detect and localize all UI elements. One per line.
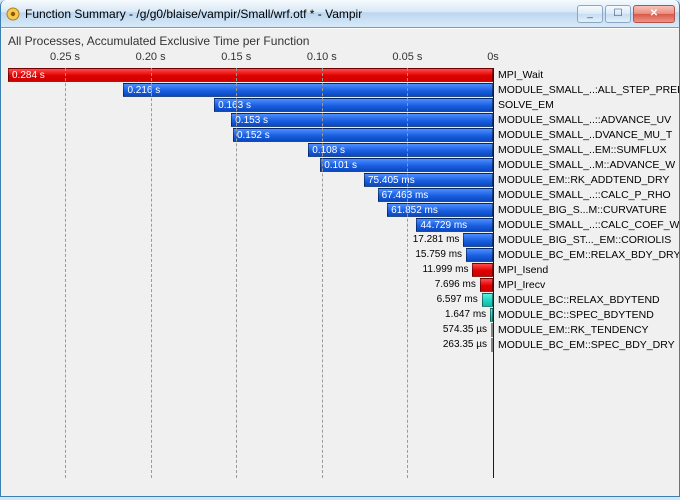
bar[interactable]: 44.729 ms (416, 218, 493, 232)
gridline (322, 68, 323, 478)
gridline (407, 68, 408, 478)
bar-value-label: 1.647 ms (2, 308, 486, 322)
function-name-label: MODULE_SMALL_..DVANCE_MU_T (498, 128, 672, 142)
function-name-label: MODULE_BC_EM::SPEC_BDY_DRY (498, 338, 675, 352)
bar-row: 263.35 µs MODULE_BC_EM::SPEC_BDY_DRY (2, 338, 678, 353)
bar-value-label: 0.284 s (12, 69, 45, 83)
bar-row: 17.281 ms MODULE_BIG_ST..._EM::CORIOLIS (2, 233, 678, 248)
bar[interactable] (472, 263, 493, 277)
bar-value-label: 574.35 µs (2, 323, 487, 337)
bar-value-label: 44.729 ms (420, 219, 467, 233)
window-buttons: _ ☐ ✕ (577, 5, 675, 23)
bar-row: 44.729 ms MODULE_SMALL_..::CALC_COEF_W (2, 218, 678, 233)
axis-tick-label: 0.05 s (392, 51, 422, 63)
bar-row: 67.463 ms MODULE_SMALL_..::CALC_P_RHO (2, 188, 678, 203)
function-name-label: MODULE_BIG_S...M::CURVATURE (498, 203, 667, 217)
axis-tick-label: 0.20 s (136, 51, 166, 63)
bar-value-label: 0.216 s (127, 84, 160, 98)
bar-value-label: 0.153 s (235, 114, 268, 128)
titlebar[interactable]: Function Summary - /g/g0/blaise/vampir/S… (1, 0, 679, 28)
bar[interactable] (480, 278, 493, 292)
gridline (236, 68, 237, 478)
bar[interactable]: 0.108 s (308, 143, 493, 157)
bar[interactable] (482, 293, 493, 307)
bar-row: 0.284 s MPI_Wait (2, 68, 678, 83)
bar-row: 75.405 ms MODULE_EM::RK_ADDTEND_DRY (2, 173, 678, 188)
bar-value-label: 0.101 s (324, 159, 357, 173)
bar-row: 7.696 ms MPI_Irecv (2, 278, 678, 293)
function-name-label: MODULE_EM::RK_ADDTEND_DRY (498, 173, 669, 187)
bar-value-label: 17.281 ms (2, 233, 459, 247)
function-name-label: MODULE_SMALL_..EM::SUMFLUX (498, 143, 667, 157)
bar[interactable]: 0.284 s (8, 68, 493, 82)
function-name-label: MPI_Isend (498, 263, 548, 277)
bar-row: 0.153 s MODULE_SMALL_..::ADVANCE_UV (2, 113, 678, 128)
bar-value-label: 263.35 µs (2, 338, 487, 352)
bar-row: 574.35 µs MODULE_EM::RK_TENDENCY (2, 323, 678, 338)
bar-value-label: 6.597 ms (2, 293, 478, 307)
function-name-label: MODULE_SMALL_..M::ADVANCE_W (498, 158, 675, 172)
bar[interactable] (463, 233, 493, 247)
bar-row: 0.152 s MODULE_SMALL_..DVANCE_MU_T (2, 128, 678, 143)
axis-tick-label: 0s (487, 51, 499, 63)
app-icon (5, 6, 21, 22)
bar[interactable]: 0.153 s (231, 113, 493, 127)
function-name-label: MODULE_BC::RELAX_BDYTEND (498, 293, 660, 307)
function-name-label: SOLVE_EM (498, 98, 554, 112)
axis-tick-label: 0.15 s (221, 51, 251, 63)
bar-row: 0.101 s MODULE_SMALL_..M::ADVANCE_W (2, 158, 678, 173)
function-name-label: MODULE_EM::RK_TENDENCY (498, 323, 649, 337)
function-name-label: MODULE_BC::SPEC_BDYTEND (498, 308, 654, 322)
gridline (65, 68, 66, 478)
bar-value-label: 61.852 ms (391, 204, 438, 218)
zero-axis-line (493, 68, 494, 478)
bar-row: 6.597 ms MODULE_BC::RELAX_BDYTEND (2, 293, 678, 308)
bar-row: 61.852 ms MODULE_BIG_S...M::CURVATURE (2, 203, 678, 218)
bar[interactable]: 0.152 s (233, 128, 493, 142)
axis-tick-label: 0.10 s (307, 51, 337, 63)
bar[interactable]: 0.163 s (214, 98, 493, 112)
bar-row: 11.999 ms MPI_Isend (2, 263, 678, 278)
bar[interactable]: 67.463 ms (378, 188, 493, 202)
bar[interactable]: 75.405 ms (364, 173, 493, 187)
function-name-label: MODULE_BC_EM::RELAX_BDY_DRY (498, 248, 680, 262)
window: Function Summary - /g/g0/blaise/vampir/S… (0, 0, 680, 497)
bar-row: 0.108 s MODULE_SMALL_..EM::SUMFLUX (2, 143, 678, 158)
bar-row: 1.647 ms MODULE_BC::SPEC_BDYTEND (2, 308, 678, 323)
chart-description: All Processes, Accumulated Exclusive Tim… (2, 30, 678, 51)
bar-value-label: 0.163 s (218, 99, 251, 113)
function-name-label: MODULE_SMALL_..::CALC_P_RHO (498, 188, 671, 202)
function-name-label: MODULE_BIG_ST..._EM::CORIOLIS (498, 233, 671, 247)
bar[interactable]: 61.852 ms (387, 203, 493, 217)
bar-value-label: 0.108 s (312, 144, 345, 158)
window-title: Function Summary - /g/g0/blaise/vampir/S… (25, 7, 577, 21)
bar-row: 0.216 s MODULE_SMALL_..:ALL_STEP_PREP (2, 83, 678, 98)
bar-value-label: 11.999 ms (2, 263, 468, 277)
bar[interactable] (466, 248, 493, 262)
gridline (151, 68, 152, 478)
function-name-label: MODULE_SMALL_..::CALC_COEF_W (498, 218, 679, 232)
function-name-label: MPI_Wait (498, 68, 543, 82)
maximize-button[interactable]: ☐ (605, 5, 631, 23)
bar-row: 15.759 ms MODULE_BC_EM::RELAX_BDY_DRY (2, 248, 678, 263)
chart-rows: 0.284 s MPI_Wait 0.216 s MODULE_SMALL_..:AL… (2, 68, 678, 353)
close-button[interactable]: ✕ (633, 5, 675, 23)
function-name-label: MPI_Irecv (498, 278, 545, 292)
function-name-label: MODULE_SMALL_..:ALL_STEP_PREP (498, 83, 680, 97)
bar-value-label: 0.152 s (237, 129, 270, 143)
content: All Processes, Accumulated Exclusive Tim… (1, 28, 679, 497)
bar-row: 0.163 s SOLVE_EM (2, 98, 678, 113)
chart-body: 0.284 s MPI_Wait 0.216 s MODULE_SMALL_..:AL… (2, 68, 678, 478)
axis-tick-label: 0.25 s (50, 51, 80, 63)
x-axis: 0.25 s 0.20 s 0.15 s 0.10 s 0.05 s 0s (2, 51, 678, 68)
function-name-label: MODULE_SMALL_..::ADVANCE_UV (498, 113, 671, 127)
bar-value-label: 67.463 ms (382, 189, 429, 203)
bar-value-label: 7.696 ms (2, 278, 476, 292)
bar-value-label: 15.759 ms (2, 248, 462, 262)
bar[interactable]: 0.216 s (123, 83, 493, 97)
minimize-button[interactable]: _ (577, 5, 603, 23)
